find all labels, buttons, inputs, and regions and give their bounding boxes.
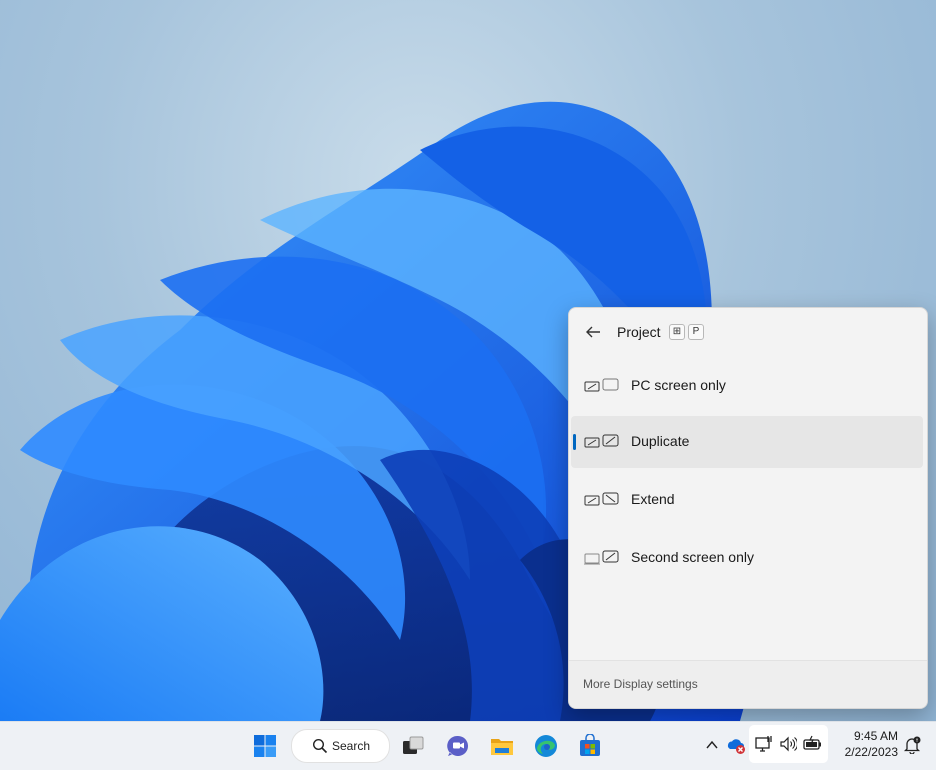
pc-screen-only-icon xyxy=(584,378,619,392)
option-extend[interactable]: Extend xyxy=(571,474,923,526)
option-label: PC screen only xyxy=(631,377,726,393)
option-second-screen-only[interactable]: Second screen only xyxy=(571,532,923,584)
flyout-header: Project ⊞ P xyxy=(569,308,927,356)
option-label: Second screen only xyxy=(631,549,754,565)
task-view-icon[interactable] xyxy=(401,734,425,758)
search-label: Search xyxy=(332,739,371,753)
taskbar-clock[interactable]: 9:45 AM 2/22/2023 xyxy=(832,728,898,760)
onedrive-error-icon[interactable] xyxy=(726,735,746,755)
network-icon xyxy=(755,736,772,752)
option-label: Extend xyxy=(631,491,675,507)
edge-icon[interactable] xyxy=(534,734,558,758)
second-screen-only-icon xyxy=(584,550,619,565)
clock-time: 9:45 AM xyxy=(853,729,898,743)
option-label: Duplicate xyxy=(631,433,690,449)
option-duplicate[interactable]: Duplicate xyxy=(571,416,923,468)
file-explorer-icon[interactable] xyxy=(490,734,514,758)
option-pc-screen-only[interactable]: PC screen only xyxy=(571,360,923,412)
volume-icon xyxy=(780,736,797,752)
search-icon xyxy=(312,738,328,754)
battery-icon xyxy=(803,735,821,750)
windows-start-icon[interactable] xyxy=(253,734,277,758)
taskbar-search-box[interactable]: Search xyxy=(291,729,390,763)
more-display-settings-link[interactable]: More Display settings xyxy=(583,677,698,691)
p-key-badge: P xyxy=(688,324,704,340)
clock-date: 2/22/2023 xyxy=(844,745,898,759)
flyout-title: Project xyxy=(617,324,661,340)
extend-icon xyxy=(584,492,619,506)
selection-indicator xyxy=(573,434,576,450)
duplicate-icon xyxy=(584,434,619,448)
back-arrow-icon[interactable] xyxy=(581,320,605,344)
flyout-footer: More Display settings xyxy=(569,660,927,708)
quick-settings-button[interactable] xyxy=(749,725,828,763)
project-flyout: Project ⊞ P PC screen only Duplicate Ext… xyxy=(568,307,928,709)
teams-chat-icon[interactable] xyxy=(446,734,470,758)
notifications-icon[interactable] xyxy=(903,736,921,754)
taskbar: Search 9:45 AM 2/22/2023 xyxy=(0,721,936,770)
microsoft-store-icon[interactable] xyxy=(578,734,602,758)
windows-key-icon: ⊞ xyxy=(669,324,685,340)
chevron-up-icon[interactable] xyxy=(704,737,720,753)
